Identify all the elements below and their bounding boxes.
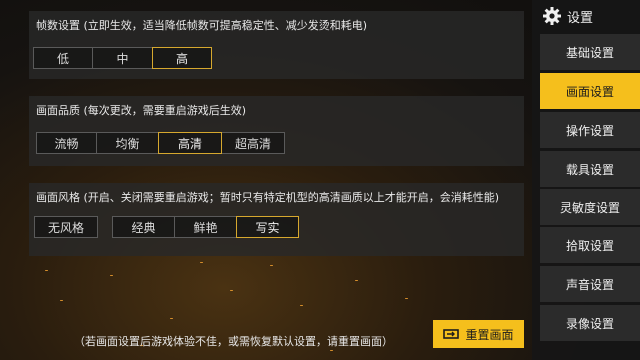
framerate-option-low[interactable]: 低 [33,47,93,69]
settings-sidebar: 设置 基础设置 画面设置 操作设置 载具设置 灵敏度设置 拾取设置 声音设置 录… [532,0,640,360]
framerate-option-high[interactable]: 高 [152,47,212,69]
style-option-vivid[interactable]: 鲜艳 [174,216,237,238]
framerate-option-medium[interactable]: 中 [92,47,153,69]
style-options: 经典 鲜艳 写实 [112,216,299,238]
style-panel: 画面风格 (开启、关闭需要重启游戏；暂时只有特定机型的高清画质以上才能开启，会消… [29,183,524,256]
sidebar-item-graphics[interactable]: 画面设置 [540,73,640,109]
style-option-realistic[interactable]: 写实 [236,216,299,238]
style-title: 画面风格 (开启、关闭需要重启游戏；暂时只有特定机型的高清画质以上才能开启，会消… [36,191,500,204]
sidebar-item-basic[interactable]: 基础设置 [540,34,640,70]
sidebar-item-sensitivity[interactable]: 灵敏度设置 [540,189,640,225]
reset-graphics-label: 重置画面 [465,327,514,342]
framerate-title: 帧数设置 (立即生效，适当降低帧数可提高稳定性、减少发烫和耗电) [36,19,368,32]
sidebar-item-replay[interactable]: 录像设置 [540,305,640,341]
quality-option-uhd[interactable]: 超高清 [221,132,285,154]
quality-options: 流畅 均衡 高清 超高清 [36,132,285,154]
quality-option-smooth[interactable]: 流畅 [36,132,97,154]
quality-option-balanced[interactable]: 均衡 [96,132,159,154]
sidebar-item-vehicle[interactable]: 载具设置 [540,151,640,187]
reset-hint: （若画面设置后游戏体验不佳，或需恢复默认设置，请重置画面） [74,335,393,348]
framerate-panel: 帧数设置 (立即生效，适当降低帧数可提高稳定性、减少发烫和耗电) 低 中 高 [29,11,524,79]
gear-icon [543,7,561,25]
style-option-classic[interactable]: 经典 [112,216,175,238]
sidebar-item-pickup[interactable]: 拾取设置 [540,227,640,263]
framerate-options: 低 中 高 [33,47,212,69]
style-none-group: 无风格 [34,216,98,238]
sidebar-item-audio[interactable]: 声音设置 [540,266,640,302]
quality-panel: 画面品质 (每次更改，需要重启游戏后生效) 流畅 均衡 高清 超高清 [29,96,524,166]
settings-header-label: 设置 [567,10,594,26]
settings-header: 设置 [542,5,593,27]
reset-icon [443,329,460,339]
style-option-none[interactable]: 无风格 [34,216,98,238]
quality-option-hd[interactable]: 高清 [158,132,222,154]
reset-graphics-button[interactable]: 重置画面 [433,320,524,348]
quality-title: 画面品质 (每次更改，需要重启游戏后生效) [36,104,247,117]
sidebar-item-controls[interactable]: 操作设置 [540,112,640,148]
